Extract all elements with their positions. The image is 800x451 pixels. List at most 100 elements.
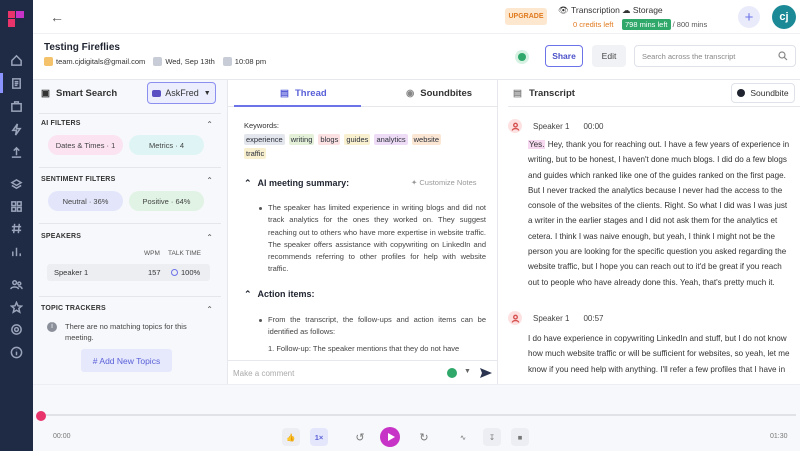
collapse-icon[interactable]: ⌃ [206,176,213,185]
upload-icon[interactable] [8,144,24,160]
analytics-icon[interactable] [8,243,24,259]
share-button[interactable]: Share [545,45,583,67]
soundbite-icon [737,89,746,97]
chevron-up-icon: ⌃ [244,289,252,299]
keyword-tag[interactable]: guides [344,134,371,145]
tab-soundbites[interactable]: ◉ Soundbites [406,88,472,99]
tab-thread[interactable]: ▤ Thread [280,88,327,99]
keyword-list: experience writing blogs guides analytics web… [244,133,484,161]
add-button[interactable]: + [738,6,760,28]
sentiment-filters-title: SENTIMENT FILTERS [41,176,116,183]
waveform-icon[interactable]: ∿ [454,428,472,446]
organizer-icon [44,57,53,66]
divider [39,223,221,224]
askfred-button[interactable]: AskFred ▼ [147,82,216,104]
audio-player: 00:00 01:30 👍 1× ↺ ↻ ∿ ↧ ■ [33,384,800,451]
lightning-icon[interactable] [8,121,24,137]
meeting-title: Testing Fireflies [44,42,120,53]
tab-thread-label: Thread [294,88,327,99]
comment-box[interactable]: Make a comment ▼ [228,360,497,384]
hashtag-icon[interactable] [8,220,24,236]
active-nav-indicator [0,73,3,93]
thread-icon: ▤ [280,88,289,99]
keyword-tag[interactable]: traffic [244,148,267,159]
meetings-icon[interactable] [8,98,24,114]
thumbs-up-icon[interactable]: 👍 [282,428,300,446]
notes-icon[interactable] [8,75,24,91]
settings-gear-icon[interactable] [8,321,24,337]
forward-icon[interactable]: ↻ [415,428,433,446]
star-icon[interactable] [8,299,24,315]
askfred-label: AskFred [165,88,199,98]
ai-summary-heading[interactable]: ⌃ AI meeting summary: [244,178,349,189]
speaker-name[interactable]: Speaker 1 [533,314,569,323]
rewind-icon[interactable]: ↺ [351,428,369,446]
transcription-credits: 👁 Transcription 0 credits left [558,5,620,29]
progress-scrubber[interactable] [36,411,46,421]
timestamp[interactable]: 00:57 [583,314,603,323]
action-bullet: From the transcript, the follow-ups and … [259,314,486,339]
grammarly-icon[interactable] [447,368,457,378]
play-button[interactable] [380,427,400,447]
playback-speed-button[interactable]: 1× [310,428,328,446]
fireflies-logo[interactable] [6,9,26,29]
soundbite-button[interactable]: Soundbite [731,83,795,103]
progress-track[interactable] [38,414,796,416]
action-items-title: Action items: [257,289,315,299]
filter-dates-times[interactable]: Dates & Times · 1 [48,135,123,155]
search-icon [778,51,788,61]
speaker-name[interactable]: Speaker 1 [533,122,569,131]
grammarly-icon[interactable] [515,50,529,64]
sparkle-icon: ✦ [411,178,418,187]
layers-icon[interactable] [8,176,24,192]
storage-info: ☁ Storage 798 mins left / 800 mins [622,5,707,30]
wpm-header: WPM [144,250,160,257]
download-icon[interactable]: ↧ [483,428,501,446]
user-icon [508,119,522,133]
home-icon[interactable] [8,52,24,68]
collapse-icon[interactable]: ⌃ [206,233,213,242]
smart-search-panel: ▣ Smart Search AskFred ▼ AI FILTERS ⌃ Date… [33,80,227,384]
team-icon[interactable] [8,276,24,292]
action-items-heading[interactable]: ⌃ Action items: [244,289,315,300]
filter-neutral[interactable]: Neutral · 36% [48,191,123,211]
collapse-icon[interactable]: ⌃ [206,120,213,129]
chevron-down-icon[interactable]: ▼ [464,368,471,375]
transcript-paragraph[interactable]: Yes. Hey, thank you for reaching out. I … [528,137,792,290]
ai-summary-title: AI meeting summary: [257,178,350,188]
back-arrow-icon[interactable]: ← [50,9,64,25]
delete-icon[interactable]: ■ [511,428,529,446]
ai-filters-title: AI FILTERS [41,120,81,127]
speaker-talk-time: 100% [181,268,201,277]
action-subitem: 1. Follow-up: The speaker mentions that … [268,344,460,353]
keyword-tag[interactable]: blogs [318,134,341,145]
upgrade-button[interactable]: UPGRADE [505,8,547,25]
storage-left: 798 mins left [622,19,671,30]
clock-icon [222,57,232,66]
filter-metrics[interactable]: Metrics · 4 [129,135,204,155]
transcript-paragraph[interactable]: I do have experience in copywriting Link… [528,331,792,377]
collapse-icon[interactable]: ⌃ [206,305,213,314]
customize-notes-button[interactable]: ✦ Customize Notes [411,178,477,187]
transcript-title: Transcript [528,88,575,99]
keyword-tag[interactable]: experience [244,134,285,145]
active-tab-indicator [234,105,361,107]
transcript-search-input[interactable]: Search across the transcript [634,45,796,67]
highlighted-text: Yes. [528,140,546,149]
comment-input[interactable]: Make a comment [233,369,294,378]
speaker-row[interactable]: Speaker 1 157 100% [47,264,210,281]
user-avatar[interactable]: cj [772,5,796,29]
filter-positive[interactable]: Positive · 64% [129,191,204,211]
keyword-tag[interactable]: website [411,134,442,145]
info-icon[interactable] [8,344,24,360]
transcript-icon: ▤ [513,88,522,99]
timestamp[interactable]: 00:00 [583,122,603,131]
chevron-up-icon: ⌃ [244,178,252,188]
edit-button[interactable]: Edit [592,45,626,67]
add-new-topics-button[interactable]: # Add New Topics [81,349,172,372]
keyword-tag[interactable]: analytics [374,134,408,145]
send-icon[interactable] [479,367,493,379]
smart-search-title: Smart Search [55,88,118,99]
keyword-tag[interactable]: writing [288,134,315,145]
apps-grid-icon[interactable] [8,198,24,214]
